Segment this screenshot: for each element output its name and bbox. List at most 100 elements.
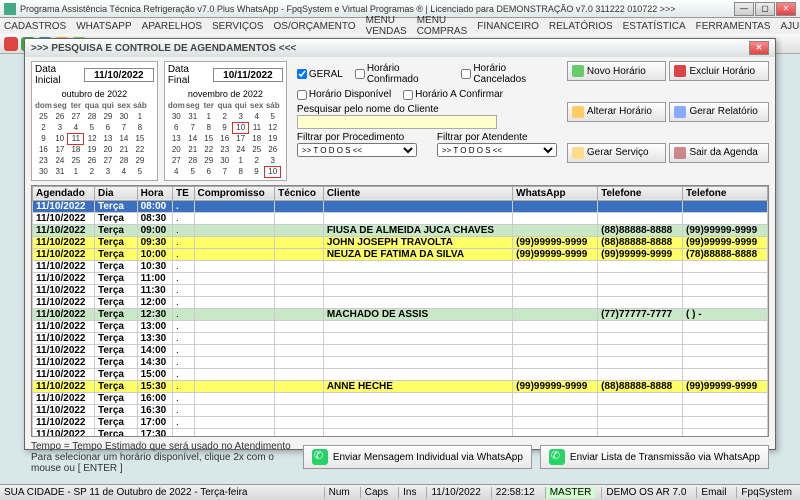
dialog-titlebar: >>> PESQUISA E CONTROLE DE AGENDAMENTOS … xyxy=(25,39,775,57)
menu-servicos[interactable]: SERVIÇOS xyxy=(212,21,264,32)
schedule-grid: AgendadoDiaHoraTECompromissoTécnicoClien… xyxy=(32,186,768,437)
cal-left-month: outubro de 2022 xyxy=(35,88,154,100)
status-ins: Ins xyxy=(398,487,420,498)
table-row[interactable]: 11/10/2022Terça10:00.NEUZA DE FATIMA DA … xyxy=(33,248,768,260)
status-num: Num xyxy=(324,487,354,498)
data-inicial-block: Data Inicial outubro de 2022 domsegterqu… xyxy=(31,61,158,181)
action-buttons: Novo Horário Excluir Horário Alterar Hor… xyxy=(567,61,769,181)
table-row[interactable]: 11/10/2022Terça08:00. xyxy=(33,200,768,212)
table-row[interactable]: 11/10/2022Terça08:30. xyxy=(33,212,768,224)
grid-header[interactable]: Agendado xyxy=(33,186,95,200)
data-inicial-label: Data Inicial xyxy=(35,64,80,86)
table-row[interactable]: 11/10/2022Terça11:00. xyxy=(33,272,768,284)
grid-header[interactable]: Telefone xyxy=(598,186,683,200)
table-row[interactable]: 11/10/2022Terça16:30. xyxy=(33,404,768,416)
statusbar: SUA CIDADE - SP 11 de Outubro de 2022 - … xyxy=(0,484,800,500)
pesq-label: Pesquisar pelo nome do Cliente xyxy=(297,104,557,115)
edit-icon xyxy=(572,106,584,118)
table-row[interactable]: 11/10/2022Terça16:00. xyxy=(33,392,768,404)
novo-horario-button[interactable]: Novo Horário xyxy=(567,61,667,81)
exit-icon xyxy=(674,147,686,159)
calendar-right[interactable]: novembro de 2022 domsegterquaquisexsáb30… xyxy=(168,88,283,178)
data-final-label: Data Final xyxy=(168,64,209,86)
menu-relatorios[interactable]: RELATÓRIOS xyxy=(549,21,613,32)
grid-header[interactable]: Compromisso xyxy=(194,186,275,200)
whatsapp-individual-button[interactable]: Enviar Mensagem Individual via WhatsApp xyxy=(303,445,532,469)
table-row[interactable]: 11/10/2022Terça09:30.JOHN JOSEPH TRAVOLT… xyxy=(33,236,768,248)
tool-icon[interactable] xyxy=(4,37,18,51)
table-row[interactable]: 11/10/2022Terça13:30. xyxy=(33,332,768,344)
menu-whatsapp[interactable]: WHATSAPP xyxy=(76,21,131,32)
schedule-grid-wrap[interactable]: AgendadoDiaHoraTECompromissoTécnicoClien… xyxy=(31,185,769,437)
data-final-input[interactable] xyxy=(213,68,283,82)
close-button[interactable]: ✕ xyxy=(776,2,796,16)
status-master: MASTER xyxy=(545,487,596,498)
cal-right-month: novembro de 2022 xyxy=(168,88,283,100)
table-row[interactable]: 11/10/2022Terça11:30. xyxy=(33,284,768,296)
dialog-close-button[interactable]: ✕ xyxy=(749,41,769,55)
status-date: 11/10/2022 xyxy=(426,487,484,498)
menu-os[interactable]: OS/ORÇAMENTO xyxy=(274,21,356,32)
menu-ferramentas[interactable]: FERRAMENTAS xyxy=(696,21,771,32)
filt-atend-label: Filtrar por Atendente xyxy=(437,132,557,143)
table-row[interactable]: 11/10/2022Terça12:00. xyxy=(33,296,768,308)
menu-aparelhos[interactable]: APARELHOS xyxy=(142,21,202,32)
cliente-search-input[interactable] xyxy=(297,115,497,129)
chk-cancelados[interactable]: Horário Cancelados xyxy=(461,63,557,85)
gerar-servico-button[interactable]: Gerar Serviço xyxy=(567,143,667,163)
table-row[interactable]: 11/10/2022Terça17:00. xyxy=(33,416,768,428)
calendar-left[interactable]: outubro de 2022 domsegterquaquisexsáb252… xyxy=(35,88,154,177)
table-row[interactable]: 11/10/2022Terça13:00. xyxy=(33,320,768,332)
filt-atend-select[interactable]: >> T O D O S << xyxy=(437,143,557,157)
plus-icon xyxy=(572,65,584,77)
whatsapp-icon xyxy=(549,449,565,465)
table-row[interactable]: 11/10/2022Terça10:30. xyxy=(33,260,768,272)
maximize-button[interactable]: ▢ xyxy=(755,2,775,16)
grid-header[interactable]: WhatsApp xyxy=(513,186,598,200)
menu-financeiro[interactable]: FINANCEIRO xyxy=(477,21,539,32)
app-icon xyxy=(4,3,16,15)
table-row[interactable]: 11/10/2022Terça12:30.MACHADO DE ASSIS(77… xyxy=(33,308,768,320)
delete-icon xyxy=(674,65,686,77)
menu-ajuda[interactable]: AJUDA xyxy=(780,21,800,32)
status-sys: FpqSystem xyxy=(736,487,796,498)
menu-estatistica[interactable]: ESTATÍSTICA xyxy=(623,21,686,32)
data-final-block: Data Final novembro de 2022 domsegterqua… xyxy=(164,61,287,181)
chk-geral[interactable]: GERAL xyxy=(297,69,343,80)
excluir-horario-button[interactable]: Excluir Horário xyxy=(669,61,769,81)
gerar-relatorio-button[interactable]: Gerar Relatório xyxy=(669,102,769,122)
footer-hints: Tempo = Tempo Estimado que será usado no… xyxy=(31,441,295,474)
table-row[interactable]: 11/10/2022Terça15:00. xyxy=(33,368,768,380)
chk-aconfirmar[interactable]: Horário A Confirmar xyxy=(403,89,503,100)
table-row[interactable]: 11/10/2022Terça17:30. xyxy=(33,428,768,437)
grid-header[interactable]: Hora xyxy=(137,186,172,200)
status-email[interactable]: Email xyxy=(696,487,730,498)
status-demo: DEMO OS AR 7.0 xyxy=(601,487,690,498)
chk-confirmado[interactable]: Horário Confirmado xyxy=(355,63,450,85)
alterar-horario-button[interactable]: Alterar Horário xyxy=(567,102,667,122)
menu-compras[interactable]: MENU COMPRAS xyxy=(417,15,468,37)
grid-header[interactable]: Telefone xyxy=(683,186,768,200)
grid-header[interactable]: Dia xyxy=(95,186,138,200)
filt-proc-label: Filtrar por Procedimento xyxy=(297,132,417,143)
menu-cadastros[interactable]: CADASTROS xyxy=(4,21,66,32)
service-icon xyxy=(572,147,584,159)
table-row[interactable]: 11/10/2022Terça14:30. xyxy=(33,356,768,368)
main-menubar: CADASTROS WHATSAPP APARELHOS SERVIÇOS OS… xyxy=(0,18,800,34)
sair-agenda-button[interactable]: Sair da Agenda xyxy=(669,143,769,163)
status-time: 22:58:12 xyxy=(491,487,539,498)
status-local: SUA CIDADE - SP 11 de Outubro de 2022 - … xyxy=(4,487,247,498)
data-inicial-input[interactable] xyxy=(84,68,154,82)
dialog-title-text: >>> PESQUISA E CONTROLE DE AGENDAMENTOS … xyxy=(31,43,296,54)
filt-proc-select[interactable]: >> T O D O S << xyxy=(297,143,417,157)
menu-vendas[interactable]: MENU VENDAS xyxy=(366,15,407,37)
table-row[interactable]: 11/10/2022Terça14:00. xyxy=(33,344,768,356)
grid-header[interactable]: TE xyxy=(173,186,194,200)
minimize-button[interactable]: — xyxy=(734,2,754,16)
whatsapp-lista-button[interactable]: Enviar Lista de Transmissão via WhatsApp xyxy=(540,445,769,469)
chk-disponivel[interactable]: Horário Disponível xyxy=(297,89,391,100)
grid-header[interactable]: Cliente xyxy=(323,186,512,200)
grid-header[interactable]: Técnico xyxy=(275,186,324,200)
table-row[interactable]: 11/10/2022Terça15:30.ANNE HECHE(99)99999… xyxy=(33,380,768,392)
table-row[interactable]: 11/10/2022Terça09:00.FIUSA DE ALMEIDA JU… xyxy=(33,224,768,236)
